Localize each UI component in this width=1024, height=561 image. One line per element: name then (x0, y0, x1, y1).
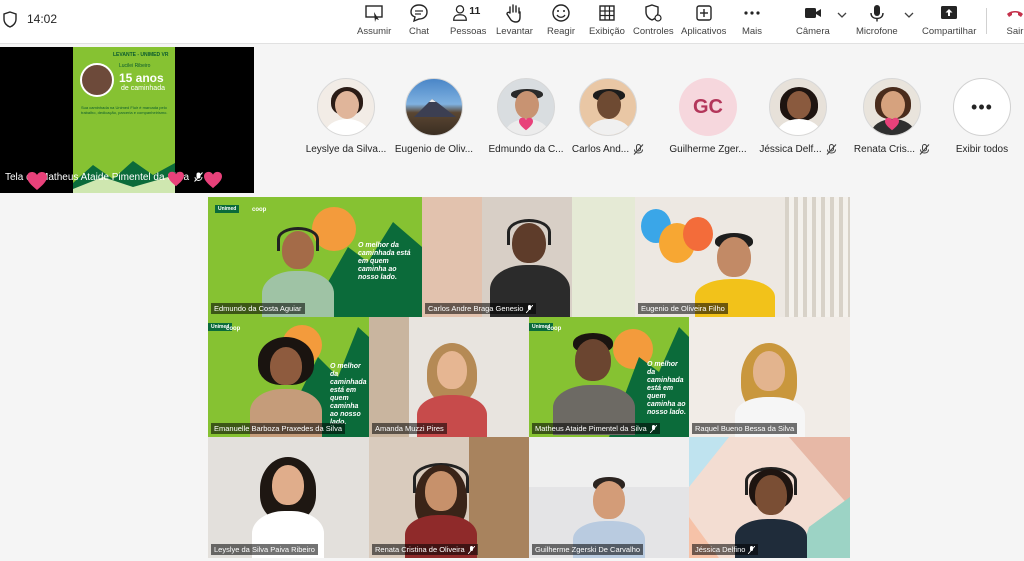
video-tile-leyslye[interactable]: Leyslye da Silva Paiva Ribeiro (208, 437, 369, 558)
tile-name-label: Carlos Andre Braga Genesio (425, 303, 537, 314)
screen-share-preview[interactable]: LEVANTE - UNIMED VR Lucilei Ribeiro 15 a… (0, 47, 254, 193)
participant-avatar-jessica[interactable]: Jéssica Delf... (752, 78, 844, 155)
mic-off-icon (649, 424, 657, 433)
tile-name-label: Emanuelle Barboza Praxedes da Silva (211, 423, 345, 434)
more-icon (744, 11, 760, 15)
video-tile-amanda[interactable]: Amanda Muzzi Pires (369, 317, 529, 437)
heart-reaction-icon (519, 117, 533, 131)
meeting-clock: 14:02 (27, 12, 58, 26)
video-tile-renata[interactable]: Renata Cristina de Oliveira (369, 437, 529, 558)
mic-off-icon (526, 304, 534, 313)
chat-icon (410, 4, 428, 23)
add-app-icon (696, 5, 712, 21)
mais-button[interactable]: Mais (741, 2, 763, 42)
tile-name-label: Renata Cristina de Oliveira (372, 544, 478, 555)
people-icon (453, 5, 468, 21)
mic-off-icon (633, 144, 644, 155)
video-tile-raquel[interactable]: Raquel Bueno Bessa da Silva (689, 317, 850, 437)
hang-up-icon (1007, 11, 1023, 17)
avatar (579, 78, 637, 136)
tile-name-label: Eugenio de Oliveira Filho (638, 303, 728, 314)
avatar (317, 78, 375, 136)
share-screen-icon (941, 6, 958, 19)
avatar (405, 78, 463, 136)
participant-avatar-eugenio[interactable]: Eugenio de Oliv... (388, 78, 480, 155)
toolbar-divider (986, 8, 987, 34)
video-grid: Unimed coop O melhor da caminhada está e… (208, 197, 850, 558)
meeting-toolbar: 14:02 Assumir Chat 11 Pessoas Levantar R… (0, 0, 1024, 44)
participant-avatar-leyslye[interactable]: Leyslye da Silva... (300, 78, 392, 155)
tile-name-label: Edmundo da Costa Aguiar (211, 303, 305, 314)
video-tile-edmundo[interactable]: Unimed coop O melhor da caminhada está e… (208, 197, 422, 317)
raise-hand-icon (506, 4, 522, 23)
shield-settings-icon (645, 4, 662, 22)
heart-reaction-icon (168, 171, 184, 187)
mic-off-icon (748, 545, 756, 554)
people-count: 11 (469, 5, 481, 17)
camera-button[interactable]: Câmera (796, 2, 830, 42)
video-tile-guilherme[interactable]: Guilherme Zgerski De Carvalho (529, 437, 689, 558)
view-all-button[interactable]: ••• Exibir todos (936, 78, 1024, 155)
poster-photo (80, 63, 114, 97)
video-tile-eugenio[interactable]: Eugenio de Oliveira Filho (635, 197, 850, 317)
tile-name-label: Jéssica Delfino (692, 544, 759, 555)
avatar (769, 78, 827, 136)
video-tile-emanuelle[interactable]: Unimed coop O melhor da caminhada está e… (208, 317, 369, 437)
microfone-button[interactable]: Microfone (856, 2, 898, 42)
participant-strip: Leyslye da Silva... Eugenio de Oliv... E… (300, 78, 1024, 162)
assumir-button[interactable]: Assumir (357, 2, 391, 42)
participant-avatar-guilherme[interactable]: GC Guilherme Zger... (662, 78, 754, 155)
tile-name-label: Guilherme Zgerski De Carvalho (532, 544, 644, 555)
video-tile-matheus[interactable]: Unimed coop O melhor da caminhada está e… (529, 317, 689, 437)
pessoas-button[interactable]: 11 Pessoas (450, 2, 486, 42)
heart-reaction-icon (27, 172, 47, 190)
exibicao-button[interactable]: Exibição (589, 2, 625, 42)
mic-off-icon (826, 144, 837, 155)
more-icon: ••• (953, 78, 1011, 136)
tile-name-label: Matheus Ataide Pimentel da Silva (532, 423, 660, 434)
avatar-initials: GC (679, 78, 737, 136)
mic-off-icon (194, 172, 203, 183)
compartilhar-button[interactable]: Compartilhar (922, 2, 976, 42)
take-control-icon (365, 5, 383, 22)
participant-avatar-renata[interactable]: Renata Cris... (846, 78, 938, 155)
emoji-icon (552, 4, 570, 22)
microphone-icon (870, 5, 884, 22)
tile-name-label: Amanda Muzzi Pires (372, 423, 447, 434)
heart-reaction-icon (204, 171, 222, 189)
mountain-image (414, 99, 456, 117)
mic-off-icon (467, 545, 475, 554)
tile-name-label: Raquel Bueno Bessa da Silva (692, 423, 798, 434)
reagir-button[interactable]: Reagir (547, 2, 575, 42)
sair-button[interactable]: Sair (1004, 2, 1024, 42)
mic-off-icon (919, 144, 930, 155)
chat-button[interactable]: Chat (408, 2, 430, 42)
camera-chevron-down-icon[interactable] (837, 11, 847, 19)
microphone-chevron-down-icon[interactable] (904, 11, 914, 19)
levantar-button[interactable]: Levantar (496, 2, 533, 42)
shield-icon (3, 11, 17, 28)
avatar (497, 78, 555, 136)
video-tile-carlos[interactable]: Carlos Andre Braga Genesio (422, 197, 635, 317)
aplicativos-button[interactable]: Aplicativos (681, 2, 726, 42)
camera-icon (804, 8, 821, 18)
layout-grid-icon (599, 5, 615, 21)
participant-avatar-carlos[interactable]: Carlos And... (562, 78, 654, 155)
tile-name-label: Leyslye da Silva Paiva Ribeiro (211, 544, 318, 555)
video-tile-jessica[interactable]: Jéssica Delfino (689, 437, 850, 558)
avatar (863, 78, 921, 136)
participant-avatar-edmundo[interactable]: Edmundo da C... (480, 78, 572, 155)
heart-reaction-icon (885, 117, 899, 131)
controles-button[interactable]: Controles (633, 2, 674, 42)
